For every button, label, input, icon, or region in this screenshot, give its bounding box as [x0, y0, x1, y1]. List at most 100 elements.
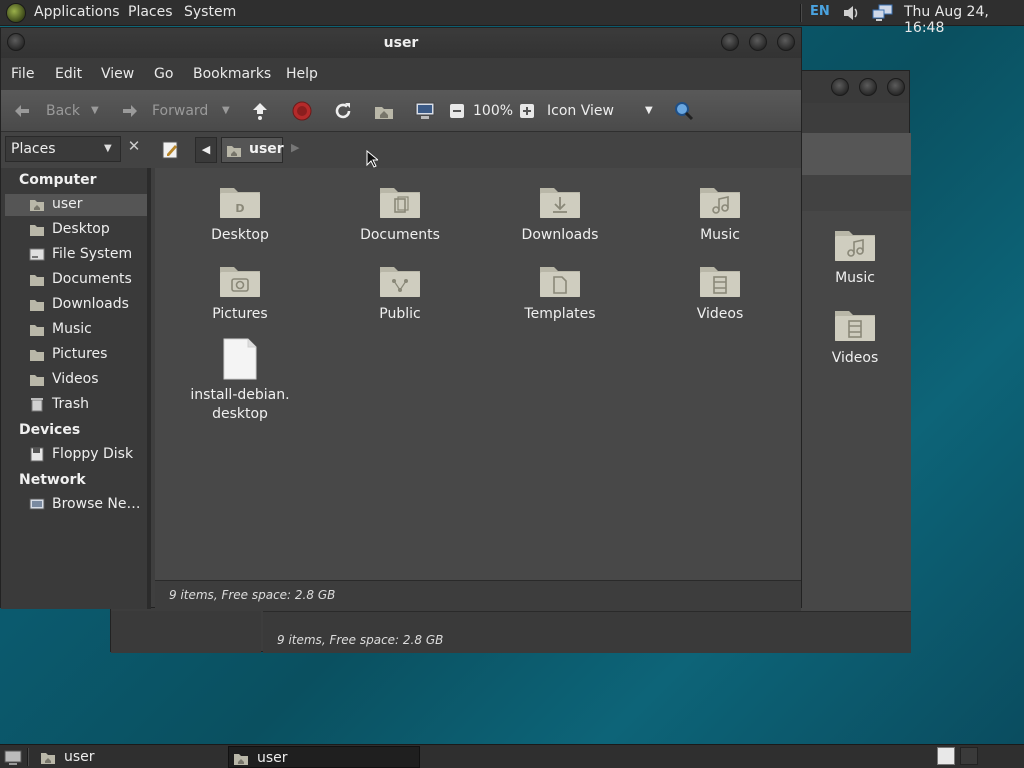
menu-edit[interactable]: Edit — [55, 66, 82, 82]
clock[interactable]: Thu Aug 24, 16:48 — [904, 4, 1024, 36]
file-item[interactable]: install-debian. desktop — [170, 338, 310, 424]
sidebar-item-documents[interactable]: Documents — [5, 269, 147, 291]
home-folder-icon — [227, 146, 241, 157]
bg-file-videos[interactable]: Videos — [785, 303, 925, 368]
sidebar-item-label: Videos — [52, 371, 99, 387]
file-item[interactable]: Documents — [330, 180, 470, 245]
sidebar-heading-computer: Computer — [19, 172, 97, 188]
taskbar-item-user-active[interactable]: user — [228, 746, 420, 768]
bg-file-music[interactable]: Music — [785, 223, 925, 288]
keyboard-layout-indicator[interactable]: EN — [810, 4, 830, 19]
back-arrow-icon[interactable] — [11, 100, 33, 122]
sidebar-item-trash[interactable]: Trash — [5, 394, 147, 416]
close-icon[interactable] — [887, 78, 905, 96]
desktop-file-icon — [223, 338, 257, 380]
forward-button[interactable]: Forward — [152, 103, 208, 119]
file-label: Videos — [831, 350, 879, 366]
close-sidebar-icon[interactable]: ✕ — [123, 137, 145, 161]
volume-icon[interactable] — [842, 4, 860, 22]
network-icon[interactable] — [872, 4, 894, 22]
folder-icon — [30, 375, 44, 386]
panel-separator — [27, 748, 29, 766]
back-history-dropdown-icon[interactable]: ▼ — [91, 105, 99, 116]
maximize-icon[interactable] — [859, 78, 877, 96]
places-menu[interactable]: Places — [128, 4, 173, 20]
sidebar-item-videos[interactable]: Videos — [5, 369, 147, 391]
show-desktop-icon[interactable] — [4, 748, 22, 766]
sidebar-type-label: Places — [11, 141, 56, 157]
file-item[interactable]: Public — [330, 259, 470, 324]
file-item[interactable]: Music — [650, 180, 790, 245]
applications-menu[interactable]: Applications — [34, 4, 120, 20]
file-label: Music — [700, 227, 740, 243]
menu-go[interactable]: Go — [154, 66, 173, 82]
file-item[interactable]: Templates — [490, 259, 630, 324]
taskbar-item-user[interactable]: user — [34, 746, 220, 768]
forward-history-dropdown-icon[interactable]: ▼ — [222, 105, 230, 116]
sidebar-item-floppy-disk[interactable]: Floppy Disk — [5, 444, 147, 466]
stop-icon[interactable] — [291, 100, 313, 122]
drive-icon — [29, 248, 45, 261]
sidebar-item-file-system[interactable]: File System — [5, 244, 147, 266]
minimize-icon[interactable] — [831, 78, 849, 96]
background-toolbar — [801, 133, 911, 175]
home-folder-icon — [41, 753, 55, 764]
titlebar[interactable]: user — [1, 28, 801, 58]
templates-folder-icon — [540, 267, 580, 297]
search-icon[interactable] — [673, 100, 695, 122]
taskbar-item-label: user — [64, 749, 95, 765]
documents-folder-icon — [380, 188, 420, 218]
zoom-level: 100% — [473, 103, 514, 119]
file-item[interactable]: D Desktop — [170, 180, 310, 245]
file-manager-window[interactable]: user File Edit View Go Bookmarks Help Ba… — [0, 27, 802, 609]
sidebar-item-label: Desktop — [52, 221, 110, 237]
menu-help[interactable]: Help — [286, 66, 318, 82]
sidebar-item-desktop[interactable]: Desktop — [5, 219, 147, 241]
sidebar-item-downloads[interactable]: Downloads — [5, 294, 147, 316]
back-button[interactable]: Back — [46, 103, 80, 119]
sidebar-item-browse-network[interactable]: Browse Ne… — [5, 494, 147, 516]
up-arrow-icon[interactable] — [249, 100, 271, 122]
reload-icon[interactable] — [332, 100, 354, 122]
file-label: Templates — [524, 306, 596, 322]
file-item[interactable]: Pictures — [170, 259, 310, 324]
forward-arrow-icon[interactable] — [119, 100, 141, 122]
file-item[interactable]: Downloads — [490, 180, 630, 245]
sidebar-item-user[interactable]: user — [5, 194, 147, 216]
close-icon[interactable] — [777, 33, 795, 51]
zoom-out-icon[interactable] — [447, 100, 469, 122]
file-item[interactable]: Videos — [650, 259, 790, 324]
chevron-down-icon: ▼ — [104, 143, 112, 154]
music-folder-icon — [835, 231, 875, 261]
zoom-in-icon[interactable] — [517, 100, 539, 122]
edit-location-icon[interactable] — [161, 140, 181, 160]
view-mode-dropdown-icon[interactable]: ▼ — [645, 105, 653, 116]
path-segment-button[interactable]: user — [221, 137, 284, 163]
debian-logo-icon[interactable] — [6, 3, 26, 23]
system-menu[interactable]: System — [184, 4, 236, 20]
computer-icon[interactable] — [414, 100, 436, 122]
home-icon[interactable] — [373, 100, 395, 122]
menu-bookmarks[interactable]: Bookmarks — [193, 66, 271, 82]
sidebar-item-pictures[interactable]: Pictures — [5, 344, 147, 366]
path-scroll-right-icon[interactable]: ▶ — [291, 141, 299, 154]
maximize-icon[interactable] — [749, 33, 767, 51]
toolbar: Back ▼ Forward ▼ 100% Icon View ▼ — [1, 90, 801, 132]
music-folder-icon — [700, 188, 740, 218]
sidebar-item-label: Trash — [52, 396, 89, 412]
view-mode-select[interactable]: Icon View — [547, 103, 614, 119]
file-label: Public — [379, 306, 421, 322]
sidebar-item-music[interactable]: Music — [5, 319, 147, 341]
folder-icon — [30, 225, 44, 236]
downloads-folder-icon — [540, 188, 580, 218]
path-scroll-left-icon[interactable]: ◀ — [195, 137, 217, 163]
menu-view[interactable]: View — [101, 66, 134, 82]
trash-icon — [31, 398, 43, 412]
minimize-icon[interactable] — [721, 33, 739, 51]
workspace-switcher-active[interactable] — [937, 747, 955, 765]
sidebar-type-select[interactable]: Places ▼ — [5, 136, 121, 162]
file-label: Documents — [360, 227, 440, 243]
menu-file[interactable]: File — [11, 66, 34, 82]
workspace-switcher[interactable] — [960, 747, 978, 765]
file-view[interactable]: D Desktop Documents Downloads Music Pict… — [155, 168, 801, 580]
